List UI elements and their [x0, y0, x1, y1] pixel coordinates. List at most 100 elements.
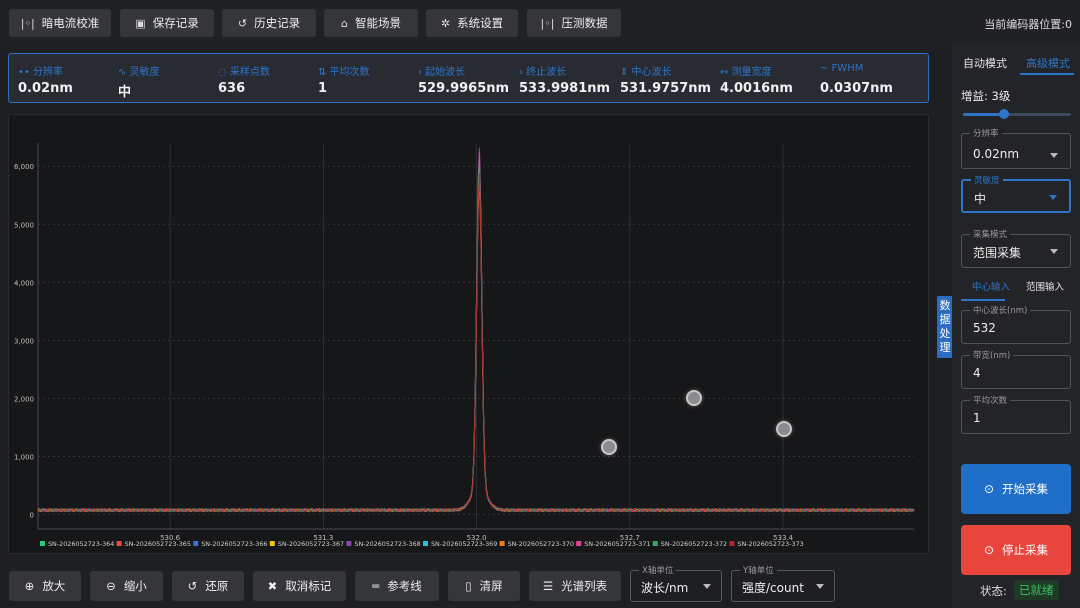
x-unit-label: X轴单位 [639, 564, 677, 576]
legend-swatch [40, 541, 45, 546]
button-label: 清屏 [479, 579, 503, 593]
resolution-select[interactable]: 分辨率 0.02nm [961, 127, 1071, 169]
button-label: 保存记录 [152, 16, 199, 30]
legend-label: SN-2026052723-372 [661, 540, 727, 548]
zoom-out-button[interactable]: ⊖ 缩小 [90, 571, 163, 601]
dark-current-calibration-button[interactable]: |◦| 暗电流校准 [9, 9, 111, 37]
trash-icon: ▯ [465, 579, 472, 593]
stat-label: ◌ 采样点数 [218, 67, 270, 78]
tab-auto-mode[interactable]: 自动模式 [963, 55, 1007, 71]
legend-swatch [499, 541, 505, 546]
lines-icon: ═ [372, 579, 380, 593]
y-unit-select[interactable]: Y轴单位 强度/count [731, 564, 835, 602]
average-count-field[interactable]: 平均次数 1 [961, 394, 1071, 434]
button-label: 取消标记 [285, 579, 332, 593]
save-record-button[interactable]: ▣ 保存记录 [120, 9, 214, 37]
stat-label: ⇅ 平均次数 [318, 67, 370, 78]
x-unit-select[interactable]: X轴单位 波长/nm [630, 564, 722, 602]
start-acquisition-button[interactable]: ⊙ 开始采集 [961, 464, 1071, 514]
gain-slider-handle[interactable] [999, 109, 1010, 119]
button-label: 压测数据 [561, 16, 608, 30]
bandwidth-label: 带宽(nm) [970, 349, 1014, 361]
smart-scene-button[interactable]: ⌂ 智能场景 [324, 9, 418, 37]
legend-label: SN-2026052723-373 [737, 540, 803, 548]
legend-label: SN-2026052723-365 [125, 540, 191, 548]
y-unit-value: 强度/count [742, 581, 804, 595]
average-count-value: 1 [973, 411, 981, 425]
legend-label: SN-2026052723-364 [48, 540, 114, 548]
clear-marks-button[interactable]: ✖ 取消标记 [253, 571, 346, 601]
tab-advanced-mode[interactable]: 高级模式 [1026, 55, 1070, 71]
center-wavelength-field[interactable]: 中心波长(nm) 532 [961, 304, 1071, 344]
y-tick-label: 5,000 [14, 221, 34, 229]
tab-center-input[interactable]: 中心输入 [972, 279, 1010, 293]
average-count-label: 平均次数 [970, 394, 1011, 406]
button-label: 系统设置 [457, 16, 504, 30]
tab-range-input[interactable]: 范围输入 [1026, 279, 1064, 293]
button-label: 还原 [205, 579, 229, 593]
button-label: 停止采集 [1002, 543, 1049, 557]
legend-swatch [576, 541, 582, 546]
y-tick-label: 3,000 [14, 337, 34, 345]
center-wavelength-label: 中心波长(nm) [970, 304, 1031, 316]
spectrum-chart-panel[interactable]: 0 1,000 2,000 3,000 4,000 5,000 6,000 530.6 531.… [8, 114, 929, 554]
stress-test-data-button[interactable]: |◦| 压测数据 [527, 9, 621, 37]
clear-screen-button[interactable]: ▯ 清屏 [448, 571, 520, 601]
stat-label: •• 分辨率 [18, 67, 63, 78]
button-label: 暗电流校准 [41, 16, 100, 30]
center-wavelength-value: 532 [973, 321, 996, 335]
spectrum-chart[interactable]: 01,0002,0003,0004,0005,0006,000530.6 531.… [9, 115, 930, 555]
stat-label: › 终止波长 [519, 67, 567, 78]
history-icon: ↺ [237, 16, 248, 30]
stat-label: ⇕ 中心波长 [620, 67, 672, 78]
x-unit-value: 波长/nm [641, 581, 689, 595]
bandwidth-field[interactable]: 带宽(nm) 4 [961, 349, 1071, 389]
chevron-down-icon [1050, 249, 1058, 254]
reset-button[interactable]: ↺ 还原 [172, 571, 244, 601]
cursor-marker[interactable] [601, 439, 617, 455]
gain-slider[interactable] [963, 109, 1071, 119]
legend-label: SN-2026052723-368 [354, 540, 420, 548]
cursor-marker[interactable] [776, 421, 792, 437]
zoom-in-button[interactable]: ⊕ 放大 [9, 571, 81, 601]
measurement-stats: •• 分辨率 0.02nm ∿ 灵敏度 中 ◌ 采样点数 636 ⇅ 平均次数 … [8, 53, 929, 103]
data-processing-tab[interactable]: 数据处理 [937, 296, 953, 358]
acquisition-mode-label: 采集模式 [970, 228, 1011, 240]
stop-acquisition-button[interactable]: ⊙ 停止采集 [961, 525, 1071, 575]
status-badge: 已就绪 [1014, 580, 1059, 600]
chevron-down-icon [1050, 153, 1058, 158]
legend-swatch [652, 541, 658, 546]
stat-value: 529.9965nm [418, 81, 510, 96]
cursor-marker[interactable] [686, 390, 702, 406]
legend-label: SN-2026052723-367 [278, 540, 344, 548]
top-toolbar: |◦| 暗电流校准 ▣ 保存记录 ↺ 历史记录 ⌂ 智能场景 ✲ 系统设置 |◦… [0, 0, 1080, 46]
y-tick-label: 4,000 [14, 279, 34, 287]
history-button[interactable]: ↺ 历史记录 [222, 9, 316, 37]
reference-line-button[interactable]: ═ 参考线 [355, 571, 439, 601]
stop-circle-icon: ⊙ [983, 543, 995, 557]
stat-label: ∼ FWHM [820, 63, 864, 74]
stat-value: 1 [318, 81, 328, 96]
acquisition-mode-select[interactable]: 采集模式 范围采集 [961, 228, 1071, 268]
legend-swatch [116, 541, 122, 546]
button-label: 光谱列表 [561, 579, 608, 593]
resolution-value: 0.02nm [973, 147, 1020, 161]
stat-value: 0.0307nm [820, 81, 893, 96]
reset-icon: ↺ [187, 579, 198, 593]
stat-value: 531.9757nm [620, 81, 712, 96]
spectrum-list-button[interactable]: ☰ 光谱列表 [529, 571, 621, 601]
spectrum-series-line [37, 172, 915, 513]
list-icon: ☰ [542, 579, 554, 593]
stat-label: ∿ 灵敏度 [118, 67, 160, 78]
zoom-out-icon: ⊖ [106, 579, 116, 593]
sensitivity-label: 灵敏度 [971, 174, 1003, 186]
sensitivity-select[interactable]: 灵敏度 中 [961, 174, 1071, 213]
save-icon: ▣ [135, 16, 146, 30]
gain-slider-fill [963, 113, 1005, 116]
chevron-down-icon [703, 584, 711, 589]
system-settings-button[interactable]: ✲ 系统设置 [426, 9, 518, 37]
chevron-down-icon [816, 584, 824, 589]
button-label: 放大 [42, 579, 66, 593]
legend-swatch [193, 541, 199, 546]
resolution-label: 分辨率 [970, 127, 1002, 139]
